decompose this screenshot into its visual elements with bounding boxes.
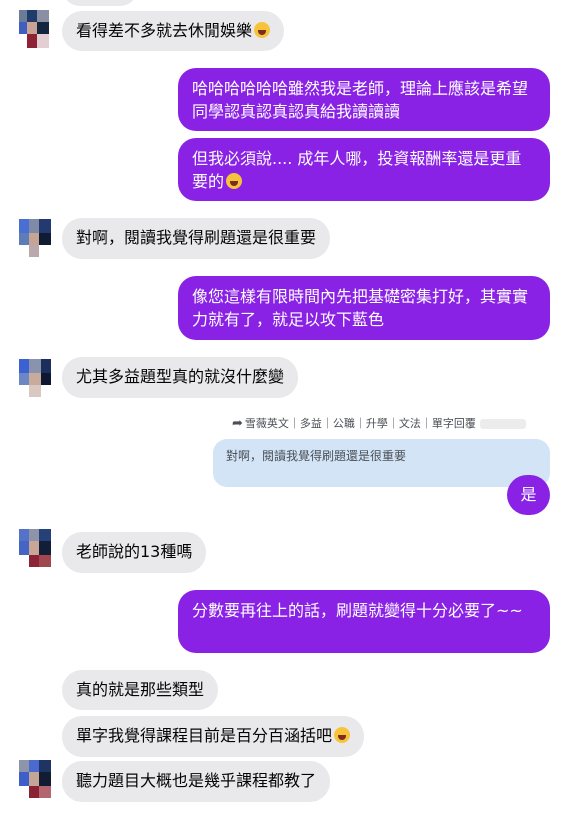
message-text: 真的就是那些類型 [76, 680, 205, 699]
incoming-message[interactable]: 聽力題目大概也是幾乎課程都教了 [62, 761, 331, 802]
reply-arrow-icon: ➦ [232, 416, 243, 431]
outgoing-message[interactable]: 分數要再往上的話，刷題就變得十分必要了~~ [178, 590, 550, 653]
outgoing-message[interactable]: 哈哈哈哈哈哈雖然我是老師，理論上應該是希望同學認真認真認真給我讀讀讀 [178, 68, 550, 131]
avatar[interactable] [19, 529, 51, 567]
outgoing-message[interactable]: 像您這樣有限時間內先把基礎密集打好，其實實力就有了，就足以攻下藍色 [178, 276, 550, 340]
incoming-message[interactable]: 看得差不多就去休閒娛樂 [62, 11, 285, 51]
quoted-text: 對啊，閱讀我覺得刷題還是很重要 [226, 449, 407, 463]
incoming-message[interactable]: 對啊，閱讀我覺得刷題還是很重要 [62, 218, 331, 259]
incoming-message[interactable]: 真的就是那些類型 [62, 670, 219, 710]
message-bubble-partial [62, 0, 138, 6]
message-text: 像您這樣有限時間內先把基礎密集打好，其實實力就有了，就足以攻下藍色 [192, 287, 529, 329]
avatar[interactable] [19, 219, 51, 257]
message-text: 單字我覺得課程目前是百分百涵括吧 [76, 726, 333, 745]
message-text: 分數要再往上的話，刷題就變得十分必要了~~ [192, 601, 523, 620]
avatar[interactable] [19, 10, 51, 48]
grinning-squint-emoji-icon [334, 727, 351, 743]
message-text: 哈哈哈哈哈哈雖然我是老師，理論上應該是希望同學認真認真認真給我讀讀讀 [192, 79, 529, 121]
message-text: 對啊，閱讀我覺得刷題還是很重要 [76, 228, 317, 247]
incoming-message[interactable]: 尤其多益題型真的就沒什麼變 [62, 357, 299, 398]
message-text: 聽力題目大概也是幾乎課程都教了 [76, 771, 317, 790]
message-text: 看得差不多就去休閒娛樂 [76, 21, 253, 40]
message-text: 但我必須說.... 成年人哪，投資報酬率還是更重要的 [192, 149, 522, 191]
avatar[interactable] [19, 760, 51, 798]
outgoing-message[interactable]: 是 [507, 475, 550, 515]
reply-header: ➦ 雪薇英文｜多益｜公職｜升學｜文法｜單字回覆 [232, 415, 526, 431]
reply-header-text: 雪薇英文｜多益｜公職｜升學｜文法｜單字回覆 [244, 417, 476, 430]
message-text: 尤其多益題型真的就沒什麼變 [76, 367, 285, 386]
avatar[interactable] [19, 359, 51, 397]
grinning-squint-emoji-icon [226, 173, 243, 189]
quoted-message[interactable]: 對啊，閱讀我覺得刷題還是很重要 [213, 439, 550, 487]
incoming-message[interactable]: 老師說的13種嗎 [62, 532, 207, 573]
blurred-name [479, 419, 526, 429]
outgoing-message[interactable]: 但我必須說.... 成年人哪，投資報酬率還是更重要的 [178, 138, 550, 201]
incoming-message[interactable]: 單字我覺得課程目前是百分百涵括吧 [62, 716, 365, 757]
message-text: 老師說的13種嗎 [76, 542, 193, 561]
grinning-squint-emoji-icon [254, 22, 271, 38]
message-text: 是 [520, 485, 537, 504]
